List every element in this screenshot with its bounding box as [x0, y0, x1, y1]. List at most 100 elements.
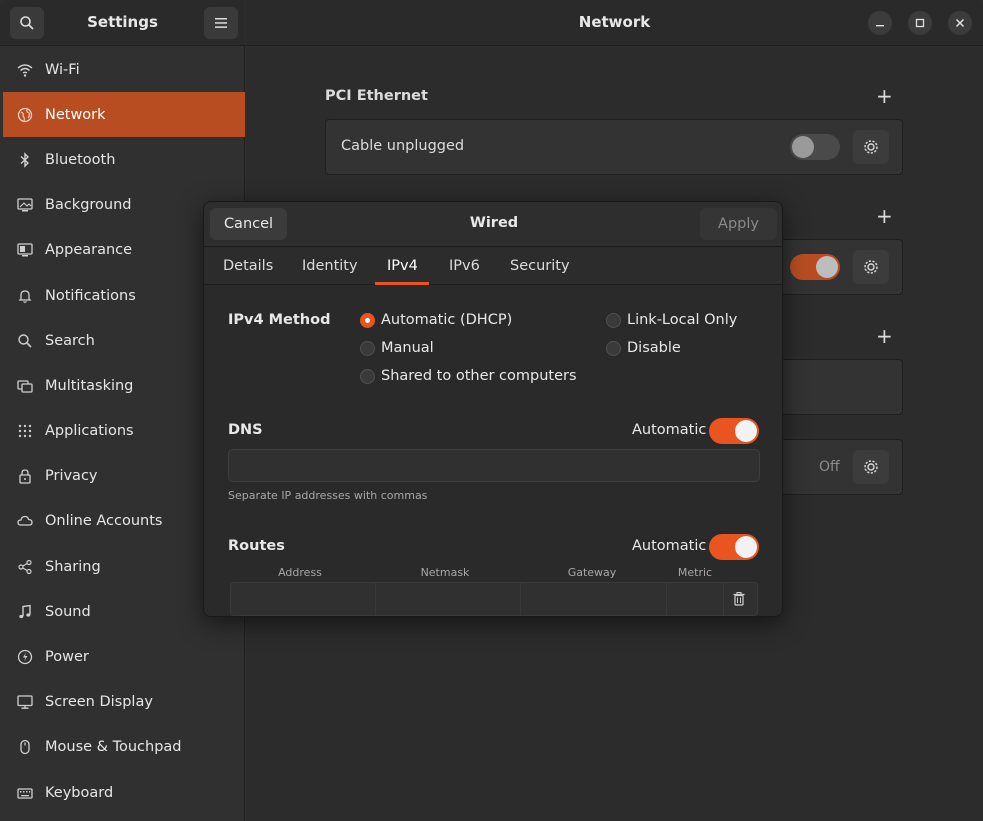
routes-label: Routes — [228, 538, 285, 554]
toggle-knob — [735, 536, 757, 558]
plus-icon: + — [876, 204, 893, 228]
appearance-icon — [17, 242, 33, 258]
add-vpn-button[interactable]: + — [876, 206, 893, 226]
maximize-icon — [915, 18, 925, 28]
close-button[interactable] — [948, 11, 972, 35]
sidebar-item-mouse-touchpad[interactable]: Mouse & Touchpad — [3, 725, 245, 770]
toggle-knob — [792, 136, 814, 158]
radio-label: Manual — [381, 340, 434, 356]
active-tab-indicator — [375, 282, 429, 285]
radio-label: Disable — [627, 340, 681, 356]
background-icon — [17, 197, 33, 213]
mouse-icon — [17, 739, 33, 755]
sidebar-item-network[interactable]: Network — [3, 92, 245, 138]
bell-icon — [17, 288, 33, 304]
radio-label: Shared to other computers — [381, 368, 577, 384]
toggle-knob — [735, 420, 757, 442]
cloud-icon — [17, 513, 33, 529]
route-gateway-input[interactable] — [521, 583, 667, 615]
sidebar-header: Settings — [0, 0, 245, 46]
wired-settings-dialog: Cancel Wired Apply Details Identity IPv4… — [203, 201, 783, 617]
dns-automatic-toggle[interactable] — [709, 418, 759, 444]
sidebar-item-bluetooth[interactable]: Bluetooth — [3, 137, 245, 182]
sidebar-item-label: Network — [45, 106, 106, 123]
sidebar-item-label: Keyboard — [45, 784, 114, 801]
route-row — [230, 582, 758, 616]
sidebar-item-power[interactable]: Power — [3, 634, 245, 679]
ethernet-connection-row: Cable unplugged — [325, 119, 903, 175]
pci-ethernet-title: PCI Ethernet — [325, 88, 428, 104]
dns-label: DNS — [228, 422, 263, 438]
music-note-icon — [17, 604, 33, 620]
delete-route-button[interactable] — [731, 591, 747, 607]
tab-ipv6[interactable]: IPv6 — [449, 258, 480, 274]
routes-col-netmask: Netmask — [420, 566, 470, 579]
radio-label: Automatic (DHCP) — [381, 312, 513, 328]
menu-button[interactable] — [204, 7, 238, 39]
dialog-title: Wired — [469, 215, 519, 231]
radio-link-local[interactable]: Link-Local Only — [606, 312, 737, 328]
lock-icon — [17, 468, 33, 484]
route-address-input[interactable] — [231, 583, 376, 615]
radio-label: Link-Local Only — [627, 312, 738, 328]
routes-col-gateway: Gateway — [567, 566, 617, 579]
dns-input[interactable] — [228, 449, 760, 482]
connection-settings-button[interactable] — [853, 250, 889, 284]
sidebar-item-label: Online Accounts — [45, 513, 163, 530]
dialog-tabs: Details Identity IPv4 IPv6 Security — [204, 248, 782, 285]
radio-automatic-dhcp[interactable]: Automatic (DHCP) — [360, 312, 512, 328]
sidebar-item-label: Multitasking — [45, 377, 134, 394]
sidebar-item-screen-display[interactable]: Screen Display — [3, 680, 245, 725]
route-metric-input[interactable] — [667, 583, 724, 615]
sidebar-item-label: Search — [45, 332, 95, 349]
tab-identity[interactable]: Identity — [302, 258, 358, 274]
gear-icon — [864, 260, 878, 274]
sidebar-item-label: Applications — [45, 423, 134, 440]
sidebar-item-label: Mouse & Touchpad — [45, 739, 182, 756]
tab-ipv4[interactable]: IPv4 — [387, 258, 418, 274]
ethernet-status: Cable unplugged — [341, 138, 465, 154]
sidebar-item-keyboard[interactable]: Keyboard — [3, 770, 245, 815]
search-icon — [17, 333, 33, 349]
sidebar-item-wifi[interactable]: Wi-Fi — [3, 47, 245, 92]
gear-icon — [864, 140, 878, 154]
add-ethernet-button[interactable]: + — [876, 86, 893, 106]
route-netmask-input[interactable] — [376, 583, 521, 615]
share-icon — [17, 559, 33, 575]
proxy-state: Off — [819, 459, 840, 475]
routes-col-metric: Metric — [677, 566, 713, 579]
apply-button[interactable]: Apply — [700, 208, 777, 240]
radio-disable[interactable]: Disable — [606, 340, 681, 356]
sidebar-item-label: Notifications — [45, 287, 136, 304]
add-section-button[interactable]: + — [876, 326, 893, 346]
sidebar-item-label: Sharing — [45, 558, 101, 575]
radio-indicator — [360, 368, 375, 384]
routes-automatic-toggle[interactable] — [709, 534, 759, 560]
radio-indicator — [360, 340, 375, 356]
radio-indicator — [606, 340, 621, 356]
routes-automatic-label: Automatic — [632, 538, 707, 554]
minimize-button[interactable] — [868, 11, 892, 35]
network-icon — [17, 107, 33, 123]
proxy-settings-button[interactable] — [853, 450, 889, 484]
keyboard-icon — [17, 785, 33, 801]
sidebar-item-label: Wi-Fi — [45, 61, 80, 78]
plus-icon: + — [876, 324, 893, 348]
maximize-button[interactable] — [908, 11, 932, 35]
sidebar-item-label: Bluetooth — [45, 151, 116, 168]
tab-details[interactable]: Details — [223, 258, 273, 274]
ipv4-method-label: IPv4 Method — [228, 312, 331, 328]
tab-security[interactable]: Security — [510, 258, 570, 274]
minimize-icon — [876, 25, 884, 27]
radio-shared[interactable]: Shared to other computers — [360, 368, 577, 384]
plus-icon: + — [876, 84, 893, 108]
ethernet-toggle[interactable] — [790, 134, 840, 160]
sidebar-item-label: Privacy — [45, 468, 98, 485]
sidebar-item-label: Sound — [45, 603, 91, 620]
connection-toggle[interactable] — [790, 254, 840, 280]
sidebar-item-label: Power — [45, 649, 89, 666]
bluetooth-icon — [17, 152, 33, 168]
ethernet-settings-button[interactable] — [853, 130, 889, 164]
radio-manual[interactable]: Manual — [360, 340, 434, 356]
multitasking-icon — [17, 378, 33, 394]
